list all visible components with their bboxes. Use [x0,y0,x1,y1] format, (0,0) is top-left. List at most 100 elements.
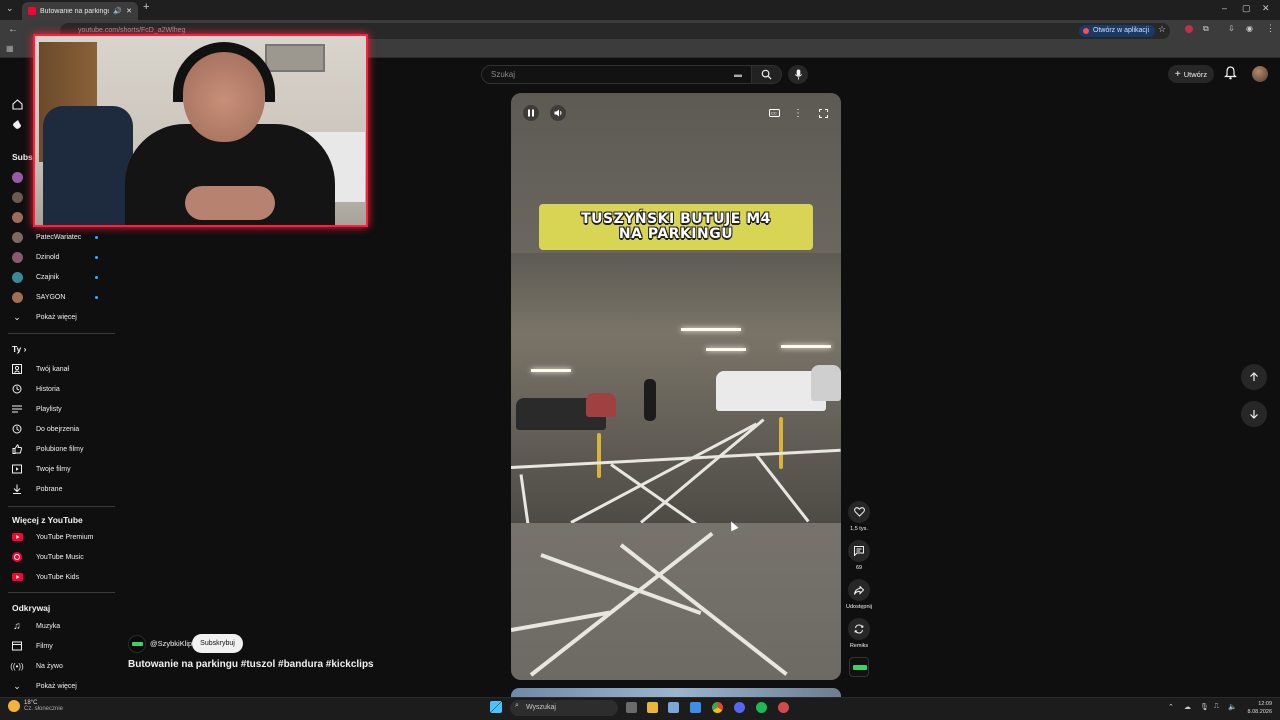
volume-button[interactable] [550,105,566,121]
short-title[interactable]: Butowanie na parkingu #tuszol #bandura #… [128,659,374,670]
sidebar-item-your-videos[interactable]: Twoje filmy [0,459,118,479]
sidebar-item-your-channel[interactable]: Twój kanał [0,359,118,379]
tab-title: Butowanie na parkingu #tu [40,7,110,15]
open-in-app-button[interactable]: Otwórz w aplikacji [1079,25,1156,37]
sidebar-item-label: Na żywo [36,662,63,670]
channel-name-link[interactable]: @SzybkiKlip [150,639,192,648]
video-ceiling-light [681,328,741,331]
task-view-icon[interactable] [626,702,637,713]
fullscreen-button[interactable] [815,105,831,121]
volume-tray-icon[interactable]: 🔈 [1228,703,1237,711]
sun-cloud-icon [8,700,20,712]
sidebar-item-youtube-premium[interactable]: YouTube Premium [0,527,118,547]
windows-start-icon[interactable] [490,701,502,713]
tab-close-icon[interactable]: ✕ [126,7,132,15]
sidebar-item-youtube-kids[interactable]: YouTube Kids [0,567,118,587]
share-button[interactable] [848,579,870,601]
sidebar-subscription-saygon[interactable]: SAYGON [0,287,118,307]
next-short-button[interactable] [1241,401,1267,427]
notifications-bell-icon[interactable] [1224,66,1237,80]
chrome-icon[interactable] [712,702,723,713]
search-input[interactable]: Szukaj [481,65,752,84]
sidebar-item-watch-later[interactable]: Do obejrzenia [0,419,118,439]
person-box-icon [11,363,23,375]
account-avatar[interactable] [1252,66,1268,82]
sidebar-item-liked-videos[interactable]: Polubione filmy [0,439,118,459]
shorts-video-player[interactable]: TUSZYŃSKI BUTUJE M4 NA PARKINGU CC ⋮ [511,93,841,680]
sidebar-item-youtube-music[interactable]: YouTube Music [0,547,118,567]
bookmark-star-icon[interactable]: ☆ [1158,24,1166,35]
voice-search-button[interactable] [788,65,808,84]
taskbar-clock[interactable]: 12:09 8.08.2026 [1240,700,1272,716]
network-icon[interactable]: ⎍ [1214,703,1219,711]
mail-icon[interactable] [690,702,701,713]
sidebar-item-history[interactable]: Historia [0,379,118,399]
channel-avatar [11,231,23,243]
sidebar-item-label: Muzyka [36,622,61,630]
more-options-icon[interactable]: ⋮ [790,105,806,121]
store-icon[interactable] [668,702,679,713]
remix-button[interactable] [848,618,870,640]
menu-dots-icon[interactable]: ⋮ [1266,23,1275,34]
you-heading[interactable]: Ty › [12,344,27,354]
pause-icon [528,109,534,117]
search-button[interactable] [752,65,782,84]
sidebar-subscription-czajnik[interactable]: Czajnik [0,267,118,287]
back-icon[interactable]: ← [8,24,18,35]
sidebar-item-live[interactable]: ((•)) Na żywo [0,656,118,676]
sidebar-subscription-dzinold[interactable]: Dzinold [0,247,118,267]
new-tab-icon[interactable]: + [143,1,149,13]
download-icon [11,483,23,495]
create-button[interactable]: + Utwórz [1168,65,1214,83]
svg-text:CC: CC [771,111,777,116]
keyboard-icon[interactable]: ▬ [734,70,742,79]
sidebar-show-more-subscriptions[interactable]: ⌄ Pokaż więcej [0,307,118,327]
sidebar-item-label: Playlisty [36,405,62,413]
chevron-down-icon: ⌄ [13,680,21,691]
channel-thumbnail[interactable] [849,657,869,677]
video-road-stripe [529,531,714,677]
file-explorer-icon[interactable] [647,702,658,713]
profile-icon[interactable]: ◉ [1246,24,1253,33]
extension-icon[interactable] [1185,25,1193,33]
video-road-stripe [619,543,788,676]
tab-audio-icon[interactable]: 🔊 [113,7,122,15]
minimize-icon[interactable]: – [1222,3,1227,13]
create-label: Utwórz [1183,69,1208,79]
webcam-wall-picture [265,44,325,72]
comments-button[interactable] [848,540,870,562]
tray-chevron-icon[interactable]: ⌃ [1168,703,1174,711]
sidebar-item-music[interactable]: ♫ Muzyka [0,616,118,636]
weather-widget[interactable]: 18°C Cz. słonecznie [8,700,63,712]
sidebar-item-label: YouTube Kids [36,573,80,581]
sidebar-item-movies[interactable]: Filmy [0,636,118,656]
share-arrow-icon [854,585,864,595]
tab-search-icon[interactable]: ⌄ [6,3,14,14]
sidebar-item-downloads[interactable]: Pobrane [0,479,118,499]
show-more-label: Pokaż więcej [36,682,77,690]
extensions-puzzle-icon[interactable]: ⧉ [1203,24,1209,34]
pause-button[interactable] [523,105,539,121]
maximize-icon[interactable]: ▢ [1242,3,1251,14]
live-broadcast-icon: ((•)) [10,661,24,671]
sidebar-subscription-patecwariatec[interactable]: PatecWariatec [0,227,118,247]
youtube-kids-icon [11,571,23,583]
app-icon[interactable] [778,702,789,713]
microphone-tray-icon[interactable]: 🎙 [1200,703,1209,711]
previous-short-button[interactable] [1241,364,1267,390]
sidebar-item-playlists[interactable]: Playlisty [0,399,118,419]
subscribe-button[interactable]: Subskrybuj [192,634,243,653]
sidebar-show-more-explore[interactable]: ⌄ Pokaż więcej [0,676,118,696]
browser-tab[interactable]: Butowanie na parkingu #tu 🔊 ✕ [22,2,138,20]
taskbar-search-box[interactable]: Wyszukaj [510,700,618,716]
channel-avatar[interactable] [128,635,146,653]
apps-grid-icon[interactable]: ▦ [6,44,14,53]
cloud-icon[interactable]: ☁ [1184,703,1191,711]
expand-icon [818,108,828,118]
download-icon[interactable]: ⇩ [1228,24,1235,33]
spotify-icon[interactable] [756,702,767,713]
window-close-icon[interactable]: ✕ [1262,3,1270,14]
like-button[interactable] [848,501,870,523]
discord-icon[interactable] [734,702,745,713]
captions-button[interactable]: CC [766,105,782,121]
